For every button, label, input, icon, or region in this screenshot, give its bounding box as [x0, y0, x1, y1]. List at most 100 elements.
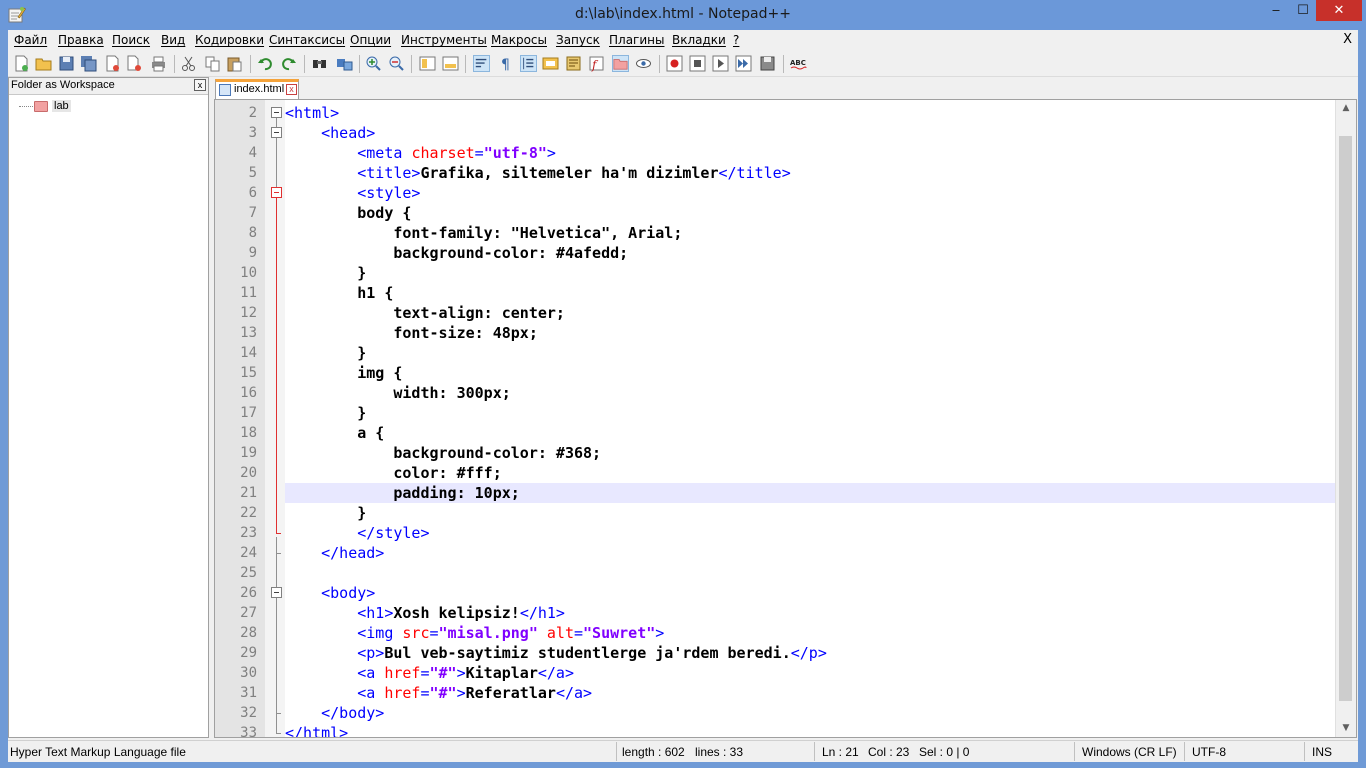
- fold-toggle-icon[interactable]: [271, 107, 282, 118]
- status-eol[interactable]: Windows (CR LF): [1082, 745, 1177, 759]
- undo-icon[interactable]: [257, 55, 274, 72]
- code-line[interactable]: <html>: [285, 103, 1336, 123]
- maximize-button[interactable]: ☐: [1289, 0, 1317, 21]
- close-all-icon[interactable]: [126, 55, 143, 72]
- menu-encoding[interactable]: Кодировки: [195, 33, 264, 47]
- menu-edit[interactable]: Правка: [58, 33, 104, 47]
- panel-close-button[interactable]: x: [194, 79, 206, 91]
- code-line[interactable]: <style>: [285, 183, 1336, 203]
- menu-macro[interactable]: Макросы: [491, 33, 547, 47]
- udl-icon[interactable]: [542, 55, 559, 72]
- menu-plugins[interactable]: Плагины: [609, 33, 664, 47]
- code-line[interactable]: text-align: center;: [285, 303, 1336, 323]
- menu-view[interactable]: Вид: [161, 33, 185, 47]
- menu-file[interactable]: Файл: [14, 33, 47, 47]
- scrollbar-thumb[interactable]: [1339, 136, 1352, 701]
- minimize-button[interactable]: ‒: [1262, 0, 1290, 21]
- code-line[interactable]: a {: [285, 423, 1336, 443]
- status-encoding[interactable]: UTF-8: [1192, 745, 1226, 759]
- spell-check-icon[interactable]: ABC: [790, 55, 807, 72]
- tab-close-icon[interactable]: x: [286, 84, 297, 95]
- code-line[interactable]: background-color: #368;: [285, 443, 1336, 463]
- sync-h-icon[interactable]: [442, 55, 459, 72]
- code-text-area[interactable]: <html> <head> <meta charset="utf-8"> <ti…: [285, 100, 1336, 737]
- find-icon[interactable]: [311, 55, 328, 72]
- function-list-icon[interactable]: f: [588, 55, 605, 72]
- record-macro-icon[interactable]: [666, 55, 683, 72]
- folder-workspace-icon[interactable]: [612, 55, 629, 72]
- code-line[interactable]: <a href="#">Kitaplar</a>: [285, 663, 1336, 683]
- scroll-up-icon[interactable]: ▲: [1336, 100, 1356, 117]
- close-window-button[interactable]: ✕: [1316, 0, 1362, 21]
- code-line[interactable]: </body>: [285, 703, 1336, 723]
- code-line[interactable]: color: #fff;: [285, 463, 1336, 483]
- code-line[interactable]: padding: 10px;: [285, 483, 1336, 503]
- open-icon[interactable]: [35, 55, 52, 72]
- menu-search[interactable]: Поиск: [112, 33, 150, 47]
- run-macro-multiple-icon[interactable]: [735, 55, 752, 72]
- code-line[interactable]: font-size: 48px;: [285, 323, 1336, 343]
- vertical-scrollbar[interactable]: ▲ ▼: [1335, 100, 1356, 737]
- menu-settings[interactable]: Опции: [350, 33, 391, 47]
- sync-v-icon[interactable]: [419, 55, 436, 72]
- code-line[interactable]: }: [285, 503, 1336, 523]
- code-line[interactable]: img {: [285, 363, 1336, 383]
- show-all-chars-icon[interactable]: ¶: [497, 55, 514, 72]
- menu-help[interactable]: ?: [733, 33, 739, 47]
- replace-icon[interactable]: [336, 55, 353, 72]
- close-icon[interactable]: [104, 55, 121, 72]
- fold-toggle-icon[interactable]: [271, 587, 282, 598]
- redo-icon[interactable]: [280, 55, 297, 72]
- code-line[interactable]: <a href="#">Referatlar</a>: [285, 683, 1336, 703]
- code-line[interactable]: </head>: [285, 543, 1336, 563]
- menu-run[interactable]: Запуск: [556, 33, 600, 47]
- code-line[interactable]: <body>: [285, 583, 1336, 603]
- menu-tools[interactable]: Инструменты: [401, 33, 487, 47]
- code-line[interactable]: </style>: [285, 523, 1336, 543]
- menu-tabs[interactable]: Вкладки: [672, 33, 726, 47]
- code-line[interactable]: [285, 563, 1336, 583]
- close-document-button[interactable]: X: [1343, 32, 1352, 47]
- new-icon[interactable]: [13, 55, 30, 72]
- copy-icon[interactable]: [204, 55, 221, 72]
- code-line[interactable]: body {: [285, 203, 1336, 223]
- zoom-out-icon[interactable]: [388, 55, 405, 72]
- code-line[interactable]: }: [285, 403, 1336, 423]
- tab-index-html[interactable]: index.html x: [215, 79, 299, 99]
- code-line[interactable]: <meta charset="utf-8">: [285, 143, 1336, 163]
- status-col: Col : 23: [868, 745, 910, 759]
- code-line[interactable]: <h1>Xosh kelipsiz!</h1>: [285, 603, 1336, 623]
- code-line[interactable]: }: [285, 343, 1336, 363]
- indent-guide-icon[interactable]: [520, 55, 537, 72]
- tree-item-label[interactable]: lab: [52, 100, 71, 112]
- code-line[interactable]: </html>: [285, 723, 1336, 737]
- code-line[interactable]: }: [285, 263, 1336, 283]
- doc-map-icon[interactable]: [565, 55, 582, 72]
- scroll-down-icon[interactable]: ▼: [1336, 720, 1356, 737]
- save-macro-icon[interactable]: [759, 55, 776, 72]
- save-icon[interactable]: [58, 55, 75, 72]
- menu-syntax[interactable]: Синтаксисы: [269, 33, 345, 47]
- stop-record-icon[interactable]: [689, 55, 706, 72]
- zoom-in-icon[interactable]: [365, 55, 382, 72]
- code-line[interactable]: background-color: #4afedd;: [285, 243, 1336, 263]
- play-macro-icon[interactable]: [712, 55, 729, 72]
- save-all-icon[interactable]: [80, 55, 97, 72]
- code-line[interactable]: <head>: [285, 123, 1336, 143]
- code-editor[interactable]: 2 3 4 5 6 7 8 9 10 11 12 13 14 15 16 17 18 19 20 21 22 23 24 25…: [214, 99, 1357, 738]
- code-line[interactable]: width: 300px;: [285, 383, 1336, 403]
- fold-toggle-icon[interactable]: [271, 127, 282, 138]
- monitor-icon[interactable]: [635, 55, 652, 72]
- code-line[interactable]: <p>Bul veb-saytimiz studentlerge ja'rdem…: [285, 643, 1336, 663]
- cut-icon[interactable]: [180, 55, 197, 72]
- paste-icon[interactable]: [226, 55, 243, 72]
- code-line[interactable]: <title>Grafika, siltemeler ha'm dizimler…: [285, 163, 1336, 183]
- print-icon[interactable]: [150, 55, 167, 72]
- fold-toggle-icon[interactable]: [271, 187, 282, 198]
- code-line[interactable]: font-family: "Helvetica", Arial;: [285, 223, 1336, 243]
- word-wrap-icon[interactable]: [473, 55, 490, 72]
- code-line[interactable]: h1 {: [285, 283, 1336, 303]
- code-line[interactable]: <img src="misal.png" alt="Suwret">: [285, 623, 1336, 643]
- tab-label[interactable]: index.html: [234, 83, 284, 95]
- status-mode[interactable]: INS: [1312, 745, 1332, 759]
